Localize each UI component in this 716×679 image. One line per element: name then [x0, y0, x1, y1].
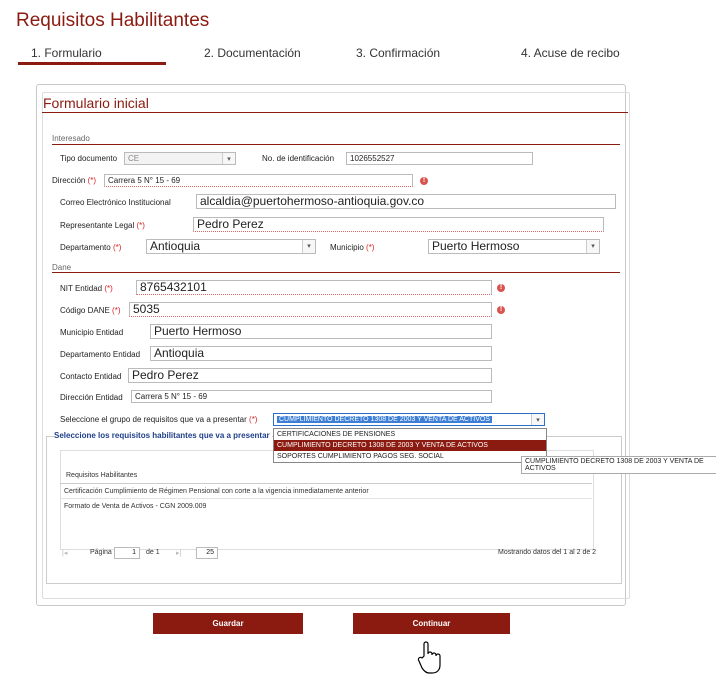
- grid-header: Requisitos Habilitantes: [66, 472, 138, 479]
- section-interesado-label: Interesado: [52, 134, 90, 143]
- codigo-dane-label-text: Código DANE: [60, 306, 110, 315]
- municipio-label: Municipio (*): [330, 243, 374, 252]
- municipio-value: Puerto Hermoso: [432, 239, 520, 253]
- required-mark: (*): [112, 306, 121, 315]
- section-dane-divider: [52, 272, 620, 273]
- chevron-down-icon: ▾: [586, 240, 599, 253]
- section-interesado-divider: [52, 144, 620, 145]
- chevron-down-icon: ▾: [222, 153, 235, 164]
- tipo-documento-label: Tipo documento: [60, 154, 118, 163]
- required-mark: (*): [104, 284, 113, 293]
- row-divider: [60, 498, 592, 499]
- direccion-label-text: Dirección: [52, 176, 86, 185]
- pager-size-input[interactable]: 25: [196, 547, 218, 559]
- no-identificacion-label: No. de identificación: [262, 154, 335, 163]
- warning-icon: !: [497, 284, 505, 292]
- contacto-entidad-label: Contacto Entidad: [60, 372, 122, 381]
- representante-input[interactable]: Pedro Perez: [193, 217, 604, 232]
- step-acuse-de-recibo[interactable]: 4. Acuse de recibo: [521, 46, 620, 60]
- nit-label-text: NIT Entidad: [60, 284, 103, 293]
- direccion-entidad-input[interactable]: Carrera 5 N° 15 - 69: [131, 390, 492, 403]
- departamento-select[interactable]: Antioquia ▾: [146, 239, 316, 254]
- direccion-label: Dirección (*): [52, 176, 96, 185]
- codigo-dane-label: Código DANE (*): [60, 306, 121, 315]
- pager-of-label: de 1: [146, 549, 160, 556]
- requisitos-grid: [60, 450, 594, 550]
- chevron-down-icon: ▾: [302, 240, 315, 253]
- nit-label: NIT Entidad (*): [60, 284, 113, 293]
- grid-header-divider: [60, 483, 592, 484]
- option-tooltip: CUMPLIMIENTO DECRETO 1308 DE 2003 Y VENT…: [521, 456, 716, 474]
- pager-page-label: Página: [90, 549, 112, 556]
- table-row[interactable]: Formato de Venta de Activos - CGN 2009.0…: [64, 503, 206, 510]
- dropdown-option[interactable]: SOPORTES CUMPLIMIENTO PAGOS SEG. SOCIAL: [274, 451, 546, 462]
- chevron-down-icon: ▾: [531, 414, 544, 425]
- pager-summary: Mostrando datos del 1 al 2 de 2: [498, 549, 597, 556]
- tipo-documento-select[interactable]: CE ▾: [124, 152, 236, 165]
- required-mark: (*): [87, 176, 97, 185]
- representante-label: Representante Legal (*): [60, 221, 145, 230]
- continuar-button[interactable]: Continuar: [353, 613, 510, 634]
- departamento-value: Antioquia: [150, 239, 201, 253]
- direccion-input[interactable]: Carrera 5 N° 15 - 69: [104, 174, 413, 187]
- guardar-button[interactable]: Guardar: [153, 613, 303, 634]
- dropdown-option[interactable]: CERTIFICACIONES DE PENSIONES: [274, 429, 546, 440]
- municipio-entidad-input[interactable]: Puerto Hermoso: [150, 324, 492, 339]
- required-mark: (*): [112, 243, 122, 252]
- required-mark: (*): [366, 243, 375, 252]
- municipio-select[interactable]: Puerto Hermoso ▾: [428, 239, 600, 254]
- form-title-divider: [42, 112, 628, 113]
- nit-input[interactable]: 8765432101: [136, 280, 492, 295]
- step-confirmacion[interactable]: 3. Confirmación: [356, 46, 440, 60]
- municipio-label-text: Municipio: [330, 243, 364, 252]
- hand-pointer-icon: [417, 641, 441, 674]
- table-row[interactable]: Certificación Cumplimiento de Régimen Pe…: [64, 488, 369, 495]
- section-dane-label: Dane: [52, 263, 72, 272]
- grupo-requisitos-label: Seleccione el grupo de requisitos que va…: [60, 415, 257, 424]
- tipo-documento-value: CE: [128, 154, 140, 163]
- requisitos-legend: Seleccione los requisitos habilitantes q…: [54, 431, 272, 440]
- pager-first-icon[interactable]: |◂: [62, 549, 67, 557]
- departamento-entidad-label: Departamento Entidad: [60, 350, 141, 359]
- required-mark: (*): [136, 221, 145, 230]
- direccion-entidad-label: Dirección Entidad: [60, 393, 123, 402]
- municipio-entidad-label: Municipio Entidad: [60, 328, 124, 337]
- correo-label: Correo Electrónico Institucional: [60, 198, 171, 207]
- grupo-label-text: Seleccione el grupo de requisitos que va…: [60, 415, 247, 424]
- grupo-requisitos-select[interactable]: CUMPLIMIENTO DECRETO 1308 DE 2003 Y VENT…: [273, 413, 545, 426]
- correo-input[interactable]: alcaldia@puertohermoso-antioquia.gov.co: [196, 194, 616, 209]
- departamento-entidad-input[interactable]: Antioquia: [150, 346, 492, 361]
- grupo-requisitos-value: CUMPLIMIENTO DECRETO 1308 DE 2003 Y VENT…: [277, 416, 492, 423]
- required-mark: (*): [249, 415, 258, 424]
- representante-label-text: Representante Legal: [60, 221, 135, 230]
- pager-last-icon[interactable]: ▸|: [176, 549, 181, 557]
- step-documentacion[interactable]: 2. Documentación: [204, 46, 301, 60]
- form-title: Formulario inicial: [43, 95, 149, 111]
- pager-page-input[interactable]: 1: [114, 547, 140, 559]
- contacto-entidad-input[interactable]: Pedro Perez: [128, 368, 492, 383]
- warning-icon: !: [497, 306, 505, 314]
- page-title: Requisitos Habilitantes: [16, 10, 210, 31]
- codigo-dane-input[interactable]: 5035: [129, 302, 492, 317]
- departamento-label: Departamento (*): [60, 243, 121, 252]
- grupo-requisitos-dropdown: CERTIFICACIONES DE PENSIONES CUMPLIMIENT…: [273, 428, 547, 463]
- step-formulario[interactable]: 1. Formulario: [31, 46, 102, 60]
- active-step-indicator: [18, 62, 166, 65]
- dropdown-option[interactable]: CUMPLIMIENTO DECRETO 1308 DE 2003 Y VENT…: [274, 440, 546, 451]
- departamento-label-text: Departamento: [60, 243, 111, 252]
- no-identificacion-input[interactable]: 1026552527: [346, 152, 533, 165]
- warning-icon: !: [420, 177, 428, 185]
